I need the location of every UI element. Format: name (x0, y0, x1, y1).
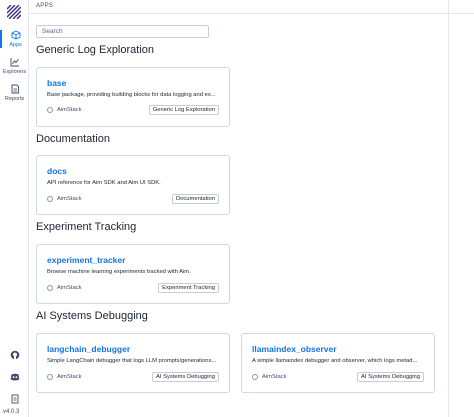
app-card-docs[interactable]: docs API reference for Aim SDK and Aim U… (36, 155, 230, 215)
sidebar: Apps Explorers Reports v4.0.3 (0, 0, 29, 417)
category-tag[interactable]: Generic Log Exploration (148, 105, 219, 115)
discord-link[interactable] (0, 372, 29, 382)
category-tag[interactable]: AI Systems Debugging (152, 372, 219, 382)
app-name-link[interactable]: langchain_debugger (47, 344, 130, 354)
app-description: A simple llamaindex debugger and observe… (252, 358, 418, 364)
top-bar: APPS (29, 0, 474, 14)
reports-icon (11, 84, 19, 94)
sidebar-item-label: Apps (9, 42, 22, 48)
sidebar-item-explorers[interactable]: Explorers (0, 57, 29, 75)
app-name-link[interactable]: experiment_tracker (47, 255, 125, 265)
document-icon (11, 394, 18, 404)
avatar-icon (252, 374, 258, 380)
sidebar-item-label: Explorers (2, 69, 27, 75)
app-name-link[interactable]: base (47, 78, 66, 88)
author-name: AimStack (57, 285, 82, 291)
avatar-icon (47, 107, 53, 113)
author-name: AimStack (57, 196, 82, 202)
app-author: AimStack (47, 374, 81, 380)
section-title: Generic Log Exploration (36, 44, 155, 56)
docs-link[interactable] (0, 394, 29, 404)
category-tag[interactable]: Documentation (172, 194, 219, 204)
category-tag[interactable]: AI Systems Debugging (357, 372, 424, 382)
app-author: AimStack (47, 107, 81, 113)
page-title: APPS (36, 3, 54, 9)
avatar-icon (47, 374, 53, 380)
explorers-icon (10, 58, 19, 67)
app-card-langchain-debugger[interactable]: langchain_debugger Simple LangChain debu… (36, 333, 230, 393)
avatar-icon (47, 196, 53, 202)
section-title: Documentation (36, 133, 110, 145)
aim-logo[interactable] (7, 5, 21, 19)
sidebar-item-label: Reports (4, 96, 25, 102)
avatar-icon (47, 285, 53, 291)
content-divider (448, 0, 449, 417)
author-name: AimStack (57, 107, 82, 113)
app-name-link[interactable]: docs (47, 166, 67, 176)
section-title: Experiment Tracking (36, 221, 137, 233)
app-description: Base package, providing building blocks … (47, 92, 216, 98)
author-name: AimStack (57, 374, 82, 380)
github-icon (10, 350, 19, 360)
app-author: AimStack (47, 196, 81, 202)
category-tag[interactable]: Experiment Tracking (158, 283, 219, 293)
sidebar-item-apps[interactable]: Apps (0, 30, 29, 48)
app-description: API reference for Aim SDK and Aim UI SDK… (47, 180, 161, 186)
app-description: Simple LangChain debugger that logs LLM … (47, 358, 217, 364)
app-card-experiment-tracker[interactable]: experiment_tracker Browse machine learni… (36, 244, 230, 304)
sidebar-item-reports[interactable]: Reports (0, 84, 29, 102)
app-name-link[interactable]: llamaindex_observer (252, 344, 337, 354)
search-input[interactable] (36, 25, 209, 38)
github-link[interactable] (0, 350, 29, 360)
app-description: Browse machine learning experiments trac… (47, 269, 191, 275)
app-author: AimStack (47, 285, 81, 291)
discord-icon (10, 373, 19, 381)
app-card-llamaindex-observer[interactable]: llamaindex_observer A simple llamaindex … (241, 333, 435, 393)
author-name: AimStack (262, 374, 287, 380)
app-author: AimStack (252, 374, 286, 380)
apps-icon (11, 30, 20, 40)
version-label: v4.0.3 (3, 409, 20, 415)
section-title: AI Systems Debugging (36, 310, 148, 322)
app-card-base[interactable]: base Base package, providing building bl… (36, 67, 230, 127)
